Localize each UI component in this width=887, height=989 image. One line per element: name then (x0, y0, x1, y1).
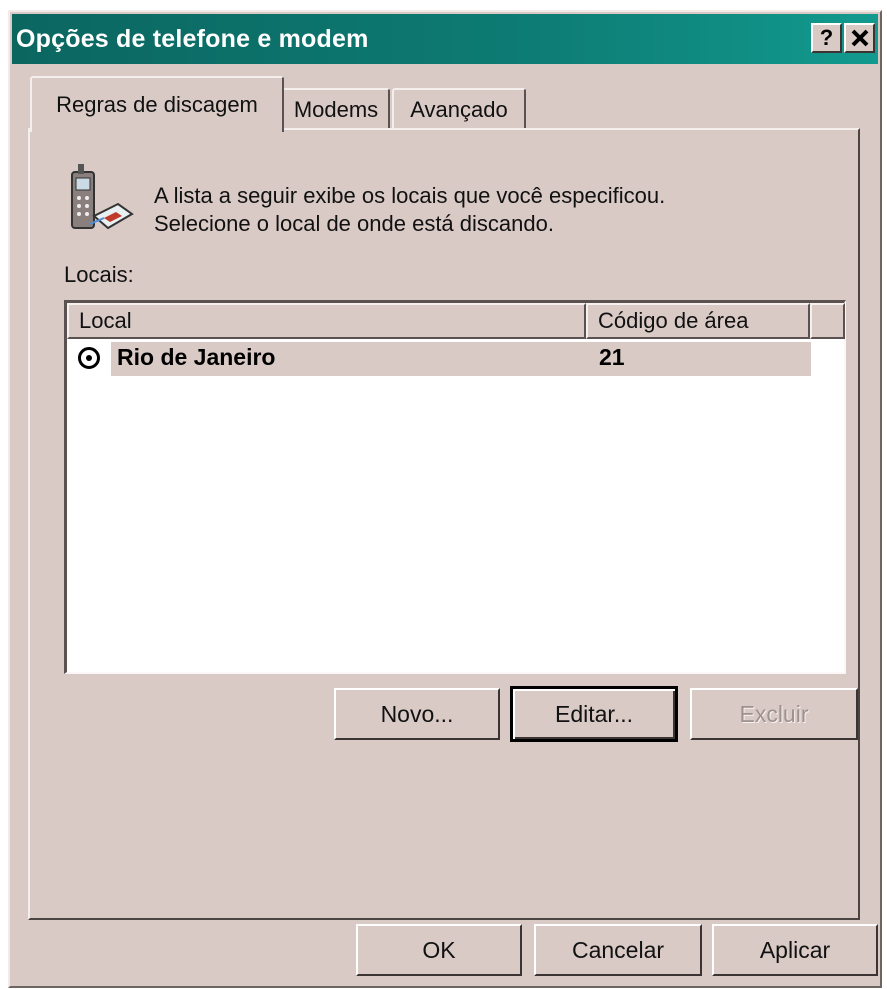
intro-text: A lista a seguir exibe os locais que voc… (154, 182, 665, 238)
tab-modems[interactable]: Modems (282, 88, 390, 130)
close-icon (851, 29, 868, 47)
tab-regras-de-discagem[interactable]: Regras de discagem (30, 76, 284, 132)
cancel-button[interactable]: Cancelar (534, 924, 702, 976)
column-header-area-code[interactable]: Código de área (586, 303, 810, 339)
delete-button[interactable]: Excluir (690, 688, 858, 740)
title-bar[interactable]: Opções de telefone e modem ? (12, 14, 878, 64)
locations-label: Locais: (64, 262, 134, 287)
table-row-area-code[interactable]: 21 (599, 344, 625, 371)
close-button[interactable] (844, 23, 875, 53)
edit-button[interactable]: Editar... (510, 686, 678, 742)
help-button[interactable]: ? (811, 23, 842, 53)
new-button[interactable]: Novo... (334, 688, 500, 740)
phone-modem-icon (71, 164, 134, 230)
column-header-spacer (810, 303, 845, 339)
apply-button[interactable]: Aplicar (712, 924, 878, 976)
locations-list[interactable]: Local Código de área Rio de Janeiro 21 (64, 300, 846, 674)
dialog-window: Opções de telefone e modem ? Regras de d… (8, 10, 882, 988)
intro-line-1: A lista a seguir exibe os locais que voc… (154, 183, 666, 208)
tab-avancado[interactable]: Avançado (392, 88, 526, 130)
window-title: Opções de telefone e modem (16, 24, 369, 53)
intro-line-2: Selecione o local de onde está discando. (154, 211, 554, 236)
table-row-local[interactable]: Rio de Janeiro (117, 344, 275, 371)
tab-panel: A lista a seguir exibe os locais que voc… (28, 128, 860, 920)
list-header: Local Código de área (67, 303, 845, 339)
ok-button[interactable]: OK (356, 924, 522, 976)
column-header-local[interactable]: Local (67, 303, 586, 339)
selected-location-icon (78, 347, 100, 369)
